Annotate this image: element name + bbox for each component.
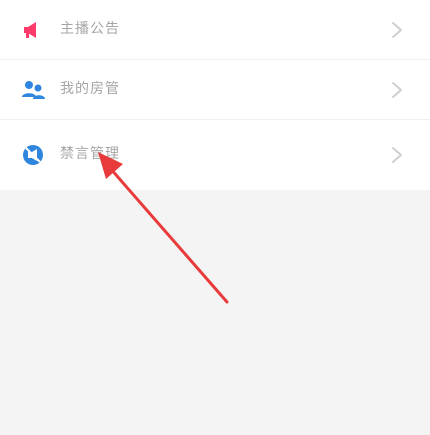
settings-menu: 主播公告 我的房管 禁言管理 [0, 0, 430, 190]
menu-item-label: 我的房管 [60, 81, 120, 97]
users-icon [20, 77, 46, 103]
menu-item-label: 禁言管理 [60, 146, 120, 162]
mute-icon [20, 142, 46, 168]
megaphone-icon [20, 17, 46, 43]
menu-item-announcement[interactable]: 主播公告 [0, 0, 430, 60]
menu-item-room-managers[interactable]: 我的房管 [0, 60, 430, 120]
menu-item-mute-management[interactable]: 禁言管理 [0, 125, 430, 185]
chevron-right-icon [388, 145, 406, 165]
menu-item-label: 主播公告 [60, 21, 120, 37]
chevron-right-icon [388, 80, 406, 100]
chevron-right-icon [388, 20, 406, 40]
